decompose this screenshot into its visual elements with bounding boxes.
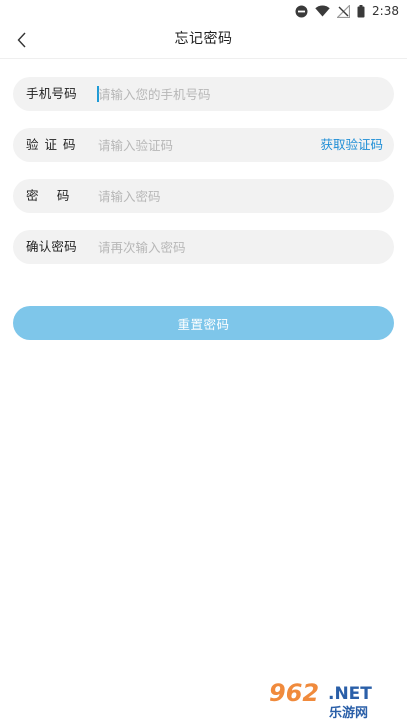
password-field: 密 码 bbox=[13, 179, 394, 213]
app-header: 忘记密码 bbox=[0, 22, 407, 58]
status-bar: 2:38 bbox=[0, 0, 407, 22]
wifi-icon bbox=[315, 4, 330, 18]
get-code-button[interactable]: 获取验证码 bbox=[320, 128, 383, 162]
page-title: 忘记密码 bbox=[174, 31, 233, 47]
watermark-cn: 乐游网 bbox=[329, 705, 368, 721]
code-input[interactable] bbox=[98, 128, 318, 162]
phone-input[interactable] bbox=[98, 77, 318, 111]
battery-icon bbox=[357, 4, 365, 18]
confirm-password-input[interactable] bbox=[98, 230, 318, 264]
phone-label: 手机号码 bbox=[26, 86, 77, 101]
watermark-logo: 962 .NET 乐游网 bbox=[265, 677, 401, 721]
confirm-password-field: 确认密码 bbox=[13, 230, 394, 264]
phone-field: 手机号码 bbox=[13, 77, 394, 111]
header-divider bbox=[0, 58, 407, 59]
password-label: 密 码 bbox=[26, 188, 70, 203]
watermark-net: .NET bbox=[328, 684, 372, 704]
status-time: 2:38 bbox=[372, 4, 399, 18]
password-input[interactable] bbox=[98, 179, 318, 213]
code-field: 验 证 码 获取验证码 bbox=[13, 128, 394, 162]
watermark-962: 962 bbox=[269, 679, 319, 707]
confirm-password-label: 确认密码 bbox=[26, 239, 77, 254]
minus-circle-icon bbox=[295, 4, 308, 18]
reset-password-button[interactable]: 重置密码 bbox=[13, 306, 394, 340]
code-label: 验 证 码 bbox=[26, 137, 77, 152]
no-signal-icon bbox=[337, 4, 351, 18]
